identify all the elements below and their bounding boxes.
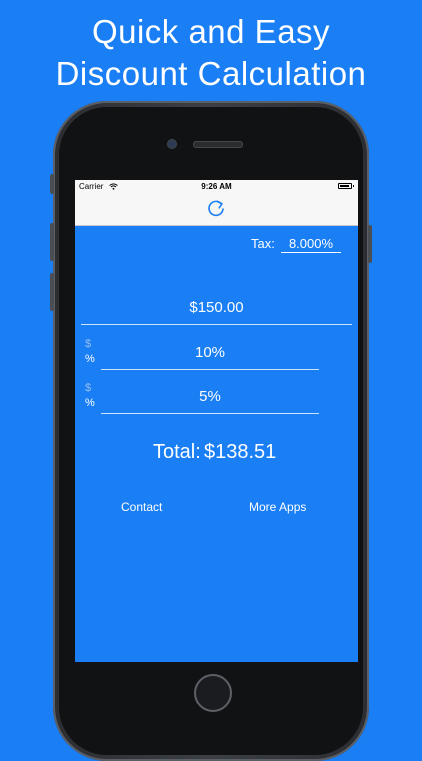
- tax-label: Tax:: [251, 236, 275, 251]
- discount-1-input[interactable]: 10%: [101, 344, 319, 370]
- discount-1-dollar-toggle[interactable]: $: [85, 338, 91, 350]
- price-input[interactable]: $150.00: [81, 299, 352, 325]
- volume-down-button: [50, 273, 54, 311]
- discount-2-percent-toggle[interactable]: %: [85, 397, 95, 409]
- front-camera: [167, 139, 177, 149]
- discount-1-percent-toggle[interactable]: %: [85, 353, 95, 365]
- phone-frame: Carrier 9:26 AM Tax: 8.000% $150.00 $ % …: [50, 101, 372, 761]
- mute-switch: [50, 174, 54, 194]
- discount-2-input[interactable]: 5%: [101, 388, 319, 414]
- volume-up-button: [50, 223, 54, 261]
- more-apps-button[interactable]: More Apps: [249, 500, 306, 514]
- home-button[interactable]: [194, 674, 232, 712]
- navigation-bar: [75, 194, 358, 226]
- discount-2-dollar-toggle[interactable]: $: [85, 382, 91, 394]
- headline-line-1: Quick and Easy: [91, 13, 331, 50]
- refresh-icon[interactable]: [205, 198, 227, 220]
- app-screen: Carrier 9:26 AM Tax: 8.000% $150.00 $ % …: [75, 180, 358, 662]
- earpiece-speaker: [193, 141, 243, 148]
- tax-rate-input[interactable]: 8.000%: [281, 236, 341, 253]
- total-label: Total:: [153, 441, 201, 463]
- phone-bezel: Carrier 9:26 AM Tax: 8.000% $150.00 $ % …: [59, 107, 363, 755]
- status-time: 9:26 AM: [201, 182, 232, 191]
- total-value: $138.51: [204, 441, 277, 463]
- status-bar: Carrier 9:26 AM: [75, 180, 358, 194]
- headline-line-2: Discount Calculation: [55, 55, 367, 92]
- power-button: [368, 225, 372, 263]
- contact-button[interactable]: Contact: [121, 500, 162, 514]
- battery-icon: [338, 183, 354, 189]
